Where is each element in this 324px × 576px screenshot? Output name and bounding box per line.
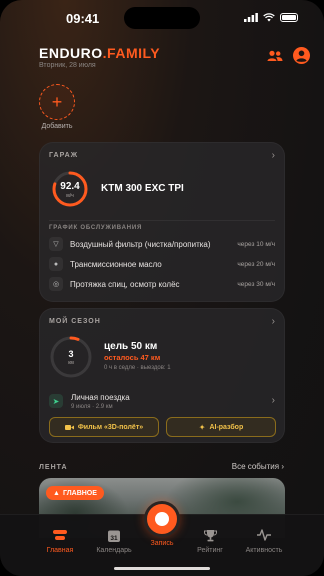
service-name: Трансмиссионное масло: [70, 259, 162, 269]
last-trip-row[interactable]: ➤ Личная поездка 9 июля · 2.9 км ›: [49, 391, 275, 413]
wifi-icon: [263, 13, 275, 22]
home-icon: [53, 530, 67, 540]
tab-home-label: Главная: [46, 547, 74, 554]
chevron-right-icon: ›: [281, 462, 284, 471]
home-indicator: [114, 567, 210, 570]
app-screen: 09:41 ENDURO.FAMILY Вторник, 28 июля + Д…: [0, 0, 324, 576]
chevron-right-icon[interactable]: ›: [272, 316, 275, 327]
ai-button-label: AI-разбор: [209, 423, 244, 431]
tab-calendar-label: Календарь: [96, 547, 132, 554]
season-remaining: осталось 47 км: [104, 353, 161, 362]
service-due: через 10 м/ч: [237, 240, 275, 248]
people-icon[interactable]: [267, 50, 283, 62]
service-name: Протяжка спиц, осмотр колёс: [70, 279, 180, 289]
service-item[interactable]: ● Трансмиссионное масло через 20 м/ч: [49, 256, 275, 272]
tab-rating[interactable]: Рейтинг: [182, 527, 238, 554]
calendar-icon: 31: [108, 530, 120, 542]
signal-icon: [244, 13, 258, 22]
season-title: МОЙ СЕЗОН: [49, 318, 101, 325]
service-item[interactable]: ◎ Протяжка спиц, осмотр колёс через 30 м…: [49, 276, 275, 292]
calendar-day: 31: [110, 535, 118, 542]
add-story-button[interactable]: +: [39, 84, 75, 120]
tab-home[interactable]: Главная: [32, 527, 88, 554]
status-bar: 09:41: [0, 0, 324, 36]
film-3d-button[interactable]: Фильм «3D-полёт»: [49, 417, 159, 437]
header-actions: [267, 47, 310, 64]
schedule-title: ГРАФИК ОБСЛУЖИВАНИЯ: [49, 225, 143, 231]
service-due: через 20 м/ч: [237, 260, 275, 268]
record-dot-icon: [155, 512, 169, 526]
ai-analysis-button[interactable]: ✦ AI-разбор: [166, 417, 276, 437]
record-label: Запись: [150, 540, 174, 547]
video-camera-icon: [64, 424, 74, 430]
bike-name: KTM 300 EXC TPI: [101, 183, 184, 194]
profile-icon[interactable]: [293, 47, 310, 64]
divider: [49, 220, 275, 221]
season-stats: 0 ч в седле · выездов: 1: [104, 365, 171, 371]
status-icons: [244, 13, 298, 22]
tab-calendar[interactable]: 31 Календарь: [86, 527, 142, 554]
add-story-label: Добавить: [41, 123, 73, 130]
chevron-right-icon: ›: [271, 395, 275, 406]
activity-icon: [257, 529, 271, 541]
app-logo: ENDURO.FAMILY: [39, 45, 160, 61]
battery-icon: [280, 13, 298, 22]
season-km-value: 3: [68, 349, 74, 359]
plus-icon: +: [51, 92, 63, 112]
brand-part1: ENDURO: [39, 45, 103, 61]
garage-title: ГАРАЖ: [49, 152, 79, 159]
engine-hours-value: 92.4: [60, 181, 80, 192]
garage-card[interactable]: ГАРАЖ › 92.4 м/ч KTM 300 EXC TPI ГРАФИК …: [39, 142, 285, 302]
tab-rating-label: Рейтинг: [197, 547, 223, 554]
sparkle-icon: ✦: [198, 422, 206, 432]
trip-name: Личная поездка: [71, 393, 130, 402]
trip-meta: 9 июля · 2.9 км: [71, 404, 113, 410]
spoke-icon: ◎: [49, 277, 63, 291]
service-name: Воздушный фильтр (чистка/пропитка): [70, 239, 211, 249]
fire-icon: ▲: [53, 489, 60, 497]
oil-drop-icon: ●: [49, 257, 63, 271]
trophy-icon: [203, 529, 217, 541]
season-km-unit: км: [68, 360, 74, 366]
current-date: Вторник, 28 июля: [39, 62, 96, 69]
service-due: через 30 м/ч: [237, 280, 275, 288]
season-goal: цель 50 км: [104, 341, 158, 352]
engine-hours-unit: м/ч: [66, 193, 74, 199]
chevron-right-icon[interactable]: ›: [272, 150, 275, 161]
status-time: 09:41: [66, 11, 100, 26]
navigation-arrow-icon: ➤: [49, 394, 63, 408]
tab-bar: Главная 31 Календарь Запись Рейтинг Акти…: [0, 501, 324, 576]
feed-title: ЛЕНТА: [39, 464, 68, 471]
featured-badge: ▲ ГЛАВНОЕ: [46, 486, 104, 500]
dynamic-island: [124, 7, 200, 29]
filter-icon: ▽: [49, 237, 63, 251]
season-card[interactable]: МОЙ СЕЗОН › 3 км цель 50 км осталось 47 …: [39, 308, 285, 443]
record-button[interactable]: [144, 501, 180, 537]
all-events-link[interactable]: Все события ›: [232, 462, 284, 471]
all-events-label: Все события: [231, 462, 280, 471]
tab-activity-label: Активность: [245, 547, 283, 554]
tab-activity[interactable]: Активность: [236, 527, 292, 554]
badge-label: ГЛАВНОЕ: [62, 489, 97, 497]
service-item[interactable]: ▽ Воздушный фильтр (чистка/пропитка) чер…: [49, 236, 275, 252]
film-button-label: Фильм «3D-полёт»: [77, 423, 144, 431]
brand-part2: .FAMILY: [102, 45, 161, 61]
